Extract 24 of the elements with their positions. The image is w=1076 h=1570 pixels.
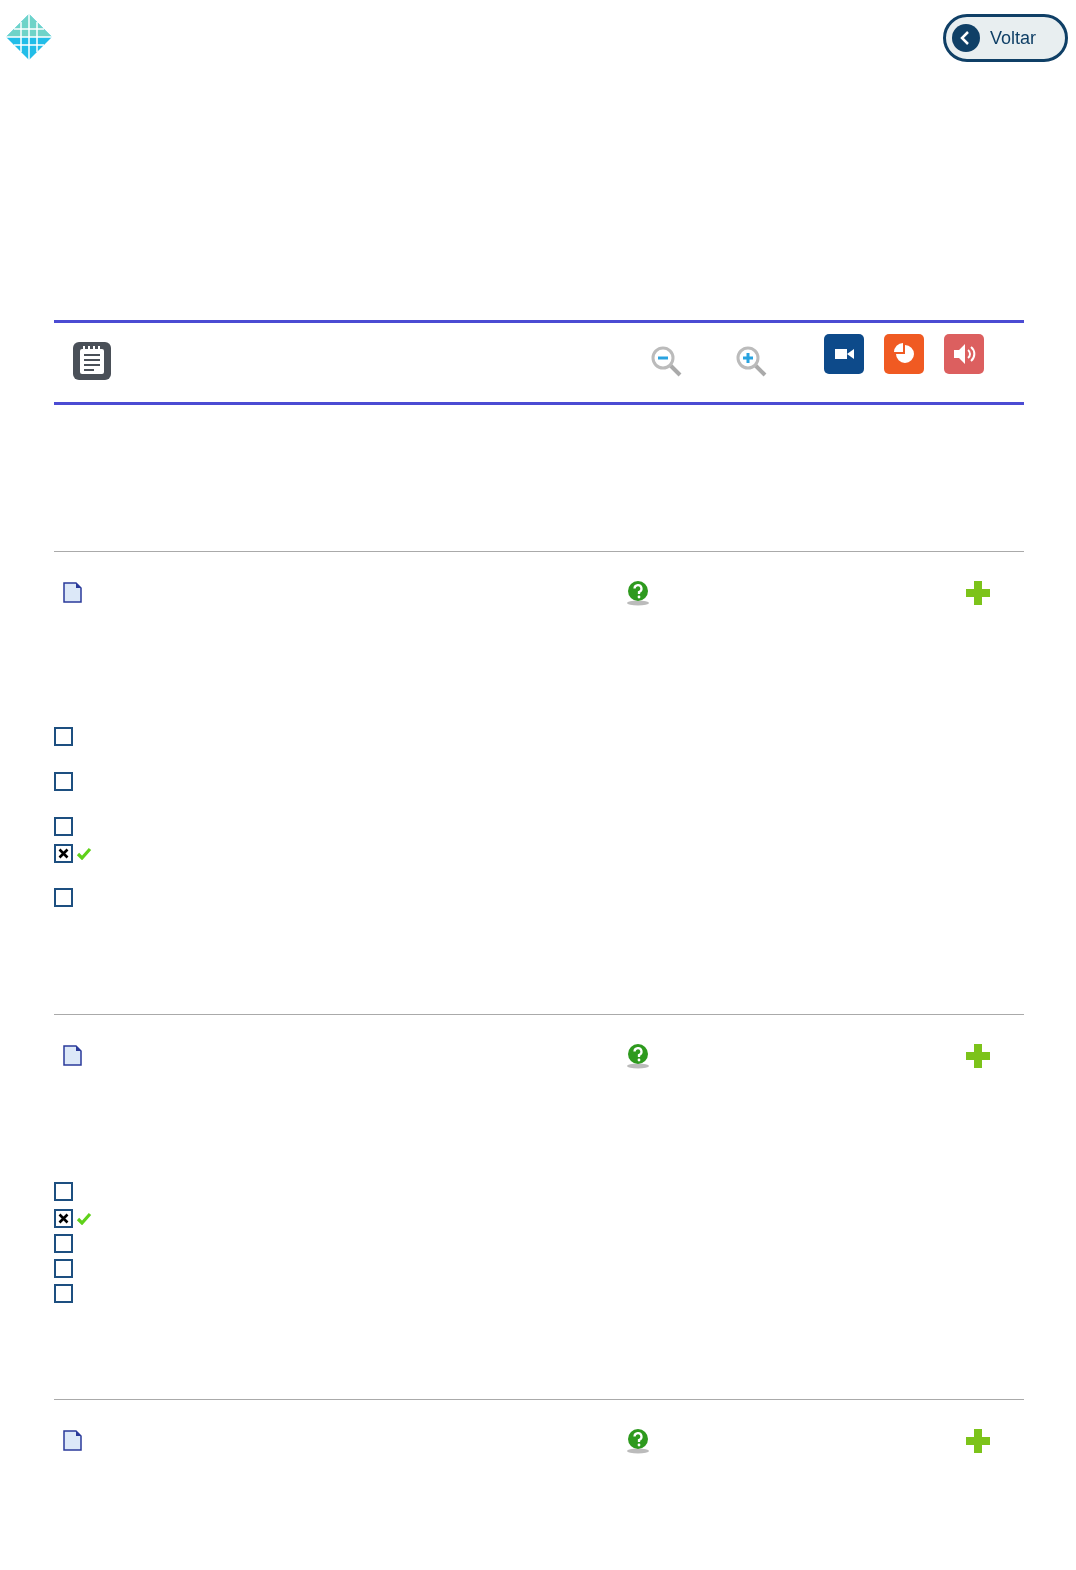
notepad-icon[interactable] — [72, 341, 112, 381]
checkbox[interactable] — [54, 1209, 73, 1228]
back-button[interactable]: Voltar — [943, 14, 1068, 62]
video-camera-icon[interactable] — [824, 334, 864, 374]
pie-chart-icon[interactable] — [884, 334, 924, 374]
checkbox[interactable] — [54, 1284, 73, 1303]
checkbox[interactable] — [54, 1259, 73, 1278]
checkbox[interactable] — [54, 844, 73, 863]
help-icon[interactable] — [625, 580, 651, 606]
checkbox[interactable] — [54, 817, 73, 836]
checkbox[interactable] — [54, 772, 73, 791]
logo-icon — [6, 14, 52, 60]
document-icon[interactable] — [63, 1430, 82, 1451]
help-icon[interactable] — [625, 1428, 651, 1454]
checkbox[interactable] — [54, 888, 73, 907]
speaker-icon[interactable] — [944, 334, 984, 374]
checkbox[interactable] — [54, 1182, 73, 1201]
document-icon[interactable] — [63, 1045, 82, 1066]
document-icon[interactable] — [63, 582, 82, 603]
checkbox[interactable] — [54, 1234, 73, 1253]
checkbox[interactable] — [54, 727, 73, 746]
chevron-left-icon — [952, 24, 980, 52]
help-icon[interactable] — [625, 1043, 651, 1069]
zoom-in-icon[interactable] — [735, 345, 768, 378]
